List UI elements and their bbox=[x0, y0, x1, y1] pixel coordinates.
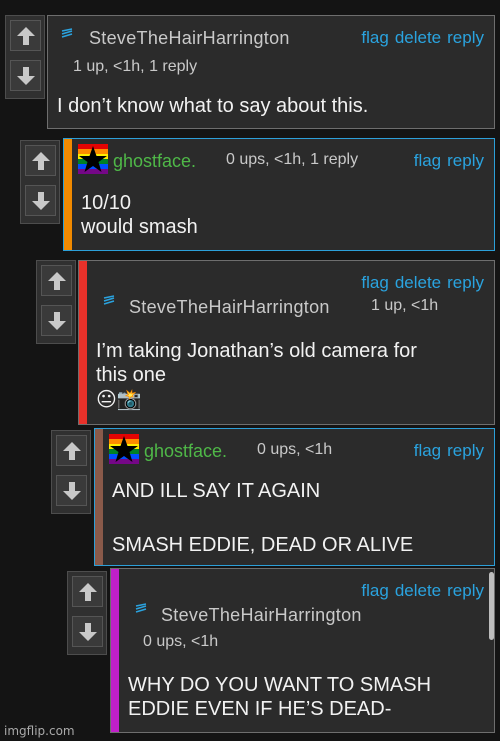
comment-text: WHY DO YOU WANT TO SMASH EDDIE EVEN IF H… bbox=[128, 673, 431, 721]
flag-link[interactable]: flag bbox=[414, 151, 441, 170]
reply-link[interactable]: reply bbox=[447, 28, 484, 47]
reply-link[interactable]: reply bbox=[447, 581, 484, 600]
upvote-button[interactable] bbox=[10, 20, 41, 51]
comment-line: EDDIE EVEN IF HE’S DEAD- bbox=[128, 698, 392, 720]
username-link[interactable]: ghostface. bbox=[113, 151, 196, 172]
comment-meta: 0 ups, <1h bbox=[143, 633, 219, 650]
comment-meta: 0 ups, <1h bbox=[257, 441, 333, 458]
arrow-up-icon bbox=[16, 26, 35, 45]
flag-link[interactable]: flag bbox=[361, 28, 388, 47]
mod-icon bbox=[103, 295, 115, 305]
reply-link[interactable]: reply bbox=[447, 151, 484, 170]
comment-text: I’m taking Jonathan’s old camera for thi… bbox=[96, 339, 417, 411]
comment-text: I don’t know what to say about this. bbox=[57, 95, 369, 117]
thread-bar bbox=[111, 569, 119, 732]
arrow-down-icon bbox=[47, 311, 66, 330]
upvote-button[interactable] bbox=[41, 265, 72, 296]
flag-link[interactable]: flag bbox=[361, 581, 388, 600]
comment-meta: 0 ups, <1h, 1 reply bbox=[226, 151, 359, 168]
downvote-button[interactable] bbox=[10, 60, 41, 91]
emoji-line: 😐📸 bbox=[96, 387, 142, 411]
comment-line: WHY DO YOU WANT TO SMASH bbox=[128, 674, 432, 696]
thread-bar bbox=[95, 429, 103, 565]
flag-link[interactable]: flag bbox=[361, 273, 388, 292]
vote-column bbox=[51, 430, 91, 514]
rainbow-star-avatar-icon[interactable] bbox=[109, 434, 139, 464]
reply-link[interactable]: reply bbox=[447, 441, 484, 460]
username-link[interactable]: SteveTheHairHarrington bbox=[129, 297, 330, 318]
delete-link[interactable]: delete bbox=[395, 28, 441, 47]
thread-bar bbox=[64, 139, 72, 250]
vote-column bbox=[5, 15, 45, 99]
comment-text: 10/10 would smash bbox=[81, 191, 198, 239]
comment-line: would smash bbox=[81, 216, 198, 238]
username-link[interactable]: SteveTheHairHarrington bbox=[89, 28, 290, 49]
arrow-up-icon bbox=[31, 151, 50, 170]
comment-actions: flag reply bbox=[408, 151, 484, 171]
comment-line: SMASH EDDIE, DEAD OR ALIVE bbox=[112, 534, 414, 556]
arrow-up-icon bbox=[62, 441, 81, 460]
downvote-button[interactable] bbox=[72, 616, 103, 647]
comment-meta: 1 up, <1h bbox=[371, 297, 439, 314]
username-link[interactable]: ghostface. bbox=[144, 441, 227, 462]
mod-icon bbox=[61, 28, 73, 38]
comment: flag delete reply SteveTheHairHarrington 1… bbox=[78, 260, 495, 425]
thread-bar bbox=[79, 261, 87, 424]
comment-line: this one bbox=[96, 364, 167, 386]
flag-link[interactable]: flag bbox=[414, 441, 441, 460]
arrow-up-icon bbox=[78, 582, 97, 601]
comment-actions: flag reply bbox=[408, 441, 484, 461]
comment-line: 10/10 bbox=[81, 192, 132, 214]
downvote-button[interactable] bbox=[41, 305, 72, 336]
downvote-button[interactable] bbox=[25, 185, 56, 216]
username-link[interactable]: SteveTheHairHarrington bbox=[161, 605, 362, 626]
delete-link[interactable]: delete bbox=[395, 581, 441, 600]
upvote-button[interactable] bbox=[56, 435, 87, 466]
arrow-down-icon bbox=[62, 481, 81, 500]
vote-column bbox=[67, 571, 107, 655]
comment-actions: flag delete reply bbox=[355, 273, 484, 293]
arrow-down-icon bbox=[78, 622, 97, 641]
vote-column bbox=[36, 260, 76, 344]
comment-actions: flag delete reply bbox=[355, 28, 484, 48]
comment-meta: 1 up, <1h, 1 reply bbox=[73, 58, 198, 75]
scrollbar[interactable] bbox=[489, 572, 494, 640]
upvote-button[interactable] bbox=[25, 145, 56, 176]
downvote-button[interactable] bbox=[56, 475, 87, 506]
comment-line: AND ILL SAY IT AGAIN bbox=[112, 480, 321, 502]
arrow-down-icon bbox=[31, 191, 50, 210]
delete-link[interactable]: delete bbox=[395, 273, 441, 292]
arrow-up-icon bbox=[47, 271, 66, 290]
mod-icon bbox=[135, 603, 147, 613]
comment: SteveTheHairHarrington flag delete reply 1… bbox=[47, 15, 495, 129]
comment-actions: flag delete reply bbox=[355, 581, 484, 601]
comment: ghostface. 0 ups, <1h flag reply AND ILL … bbox=[94, 428, 495, 566]
watermark: imgflip.com bbox=[4, 724, 75, 738]
rainbow-star-avatar-icon[interactable] bbox=[78, 144, 108, 174]
vote-column bbox=[20, 140, 60, 224]
arrow-down-icon bbox=[16, 66, 35, 85]
comment-text: AND ILL SAY IT AGAIN SMASH EDDIE, DEAD O… bbox=[112, 479, 413, 557]
upvote-button[interactable] bbox=[72, 576, 103, 607]
comment: ghostface. 0 ups, <1h, 1 reply flag reply… bbox=[63, 138, 495, 251]
comment-line: I’m taking Jonathan’s old camera for bbox=[96, 340, 417, 362]
reply-link[interactable]: reply bbox=[447, 273, 484, 292]
comment: flag delete reply SteveTheHairHarrington 0… bbox=[110, 568, 495, 733]
